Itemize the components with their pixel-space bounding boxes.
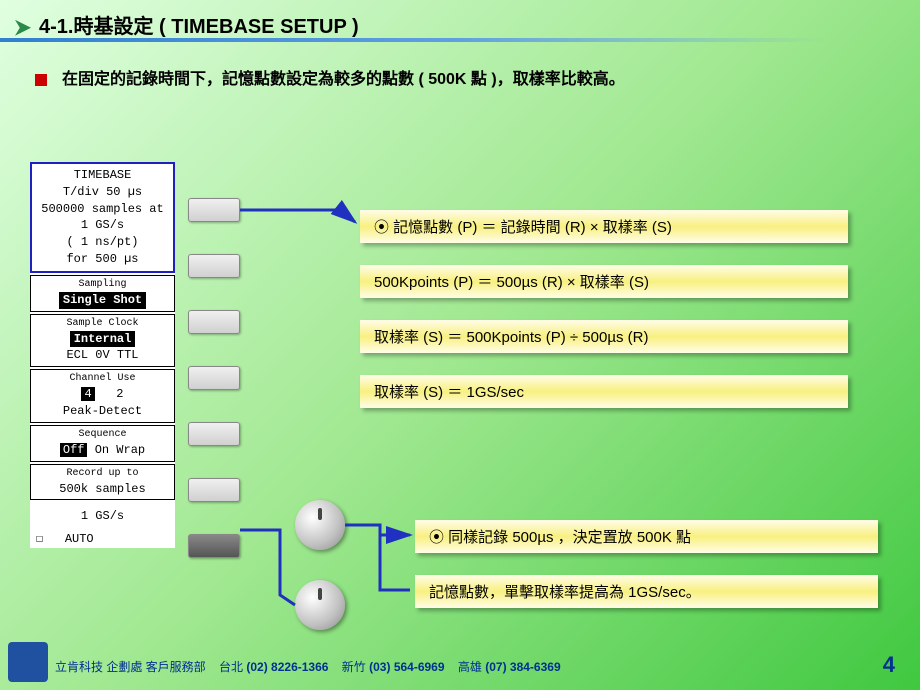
softkey-6[interactable] — [188, 478, 240, 502]
softkey-5[interactable] — [188, 422, 240, 446]
tb-samples: 500000 samples at — [32, 201, 173, 218]
softkey-3[interactable] — [188, 310, 240, 334]
equation-5: ⦿ 同樣記錄 500µs ，決定置放 500K 點 — [415, 520, 878, 553]
main-bullet: 在固定的記錄時間下，記憶點數設定為較多的點數 ( 500K 點 )，取樣率比較高… — [35, 65, 625, 89]
channel-mode: Peak-Detect — [31, 403, 174, 420]
record-section: Record up to 500k samples — [30, 464, 175, 501]
softkey-7[interactable] — [188, 534, 240, 558]
equation-2: 500Kpoints (P) ＝ 500µs (R) × 取樣率 (S) — [360, 265, 848, 298]
channel-selected[interactable]: 4 — [81, 387, 94, 401]
record-label: Record up to — [31, 467, 174, 481]
sequence-section: Sequence Off On Wrap — [30, 425, 175, 462]
tb-title: TIMEBASE — [32, 167, 173, 184]
timebase-panel: TIMEBASE T/div 50 µs 500000 samples at 1… — [30, 162, 175, 548]
sequence-value[interactable]: Off — [60, 443, 88, 457]
tb-nspt: ( 1 ns/pt) — [32, 234, 173, 251]
sampling-label: Sampling — [31, 278, 174, 292]
sequence-mode: On Wrap — [95, 443, 145, 457]
auto-label: ☐ AUTO — [30, 531, 175, 548]
top-knob[interactable] — [295, 500, 345, 550]
bottom-knob[interactable] — [295, 580, 345, 630]
equation-6: 記憶點數，單擊取樣率提高為 1GS/sec。 — [415, 575, 878, 608]
channel-section: Channel Use 4 2 Peak-Detect — [30, 369, 175, 423]
tb-tdiv: T/div 50 µs — [32, 184, 173, 201]
gss-value: 1 GS/s — [30, 508, 175, 525]
footer-text: 立肯科技 企劃處 客戶服務部 台北 (02) 8226-1366 新竹 (03)… — [55, 658, 561, 675]
equation-4: 取樣率 (S) ＝ 1GS/sec — [360, 375, 848, 408]
softkey-1[interactable] — [188, 198, 240, 222]
softkey-4[interactable] — [188, 366, 240, 390]
record-value: 500k samples — [31, 481, 174, 498]
clock-label: Sample Clock — [31, 317, 174, 331]
company-logo-icon — [8, 642, 48, 682]
clock-value[interactable]: Internal — [70, 331, 136, 348]
clock-options: ECL 0V TTL — [31, 347, 174, 364]
sampling-value[interactable]: Single Shot — [59, 292, 146, 309]
page-number: 4 — [883, 652, 895, 678]
equation-3: 取樣率 (S) ＝ 500Kpoints (P) ÷ 500µs (R) — [360, 320, 848, 353]
tb-rate: 1 GS/s — [32, 217, 173, 234]
timebase-info-box: TIMEBASE T/div 50 µs 500000 samples at 1… — [30, 162, 175, 273]
equation-1: ⦿ 記憶點數 (P) ＝ 記錄時間 (R) × 取樣率 (S) — [360, 210, 848, 243]
channel-label: Channel Use — [31, 372, 174, 386]
softkey-2[interactable] — [188, 254, 240, 278]
sampling-section: Sampling Single Shot — [30, 275, 175, 312]
softkey-column — [188, 198, 240, 590]
clock-section: Sample Clock Internal ECL 0V TTL — [30, 314, 175, 368]
tb-for: for 500 µs — [32, 251, 173, 268]
header-underline — [0, 38, 920, 42]
sequence-label: Sequence — [31, 428, 174, 442]
channel-alt[interactable]: 2 — [116, 387, 123, 401]
page-title: 4-1.時基設定 ( TIMEBASE SETUP ) — [15, 10, 359, 39]
